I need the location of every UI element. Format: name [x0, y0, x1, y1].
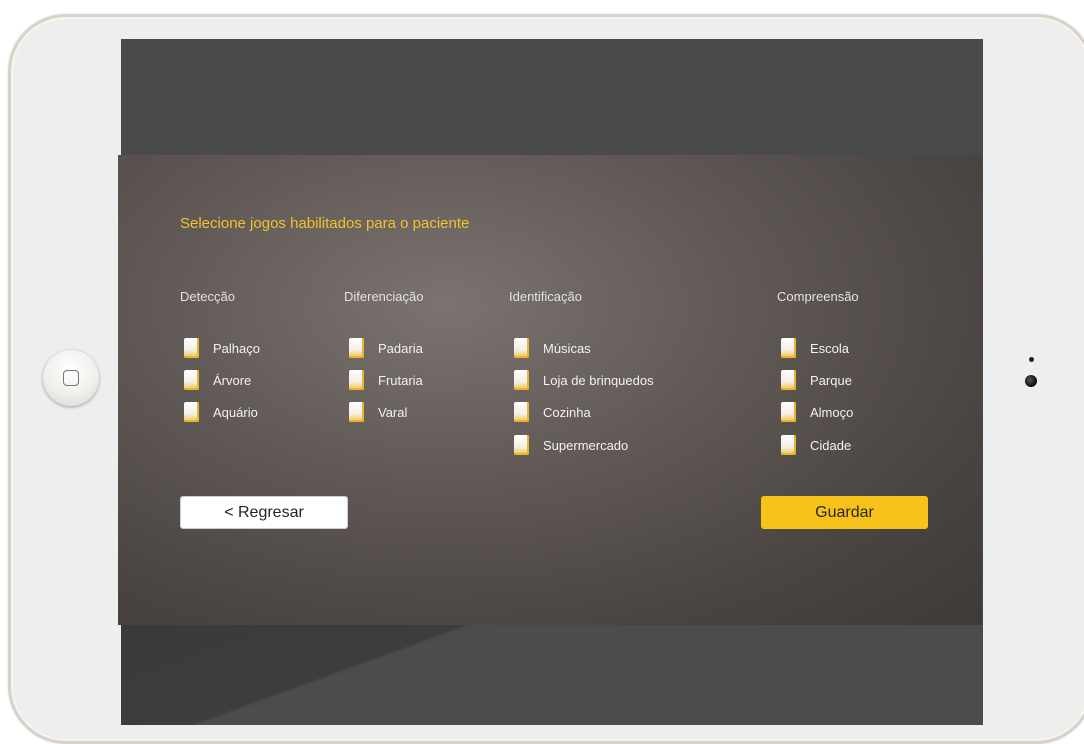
screen-bottom-background — [121, 625, 983, 725]
checkbox-cidade[interactable] — [781, 435, 796, 455]
category-compreensao-label: Compreensão — [777, 289, 859, 304]
option-padaria[interactable]: Padaria — [349, 337, 423, 359]
category-deteccao-label: Detecção — [180, 289, 235, 304]
category-identificacao-label: Identificação — [509, 289, 582, 304]
option-varal[interactable]: Varal — [349, 401, 407, 423]
option-frutaria[interactable]: Frutaria — [349, 369, 423, 391]
camera-icon — [1025, 375, 1037, 387]
sensor-icon — [1029, 357, 1034, 362]
checkbox-cozinha[interactable] — [514, 402, 529, 422]
option-label: Cidade — [810, 437, 852, 453]
checkbox-musicas[interactable] — [514, 338, 529, 358]
option-label: Varal — [378, 404, 408, 420]
checkbox-padaria[interactable] — [349, 338, 364, 358]
games-selection-panel: Selecione jogos habilitados para o pacie… — [118, 155, 982, 625]
home-button[interactable] — [43, 350, 99, 406]
panel-title: Selecione jogos habilitados para o pacie… — [180, 215, 470, 232]
option-cozinha[interactable]: Cozinha — [514, 401, 591, 423]
checkbox-loja-de-brinquedos[interactable] — [514, 370, 529, 390]
option-label: Frutaria — [378, 372, 423, 388]
option-cidade[interactable]: Cidade — [781, 434, 851, 456]
checkbox-aquario[interactable] — [184, 402, 199, 422]
option-aquario[interactable]: Aquário — [184, 401, 258, 423]
checkbox-frutaria[interactable] — [349, 370, 364, 390]
checkbox-supermercado[interactable] — [514, 435, 529, 455]
option-label: Aquário — [213, 404, 258, 420]
checkbox-varal[interactable] — [349, 402, 364, 422]
option-palhaco[interactable]: Palhaço — [184, 337, 260, 359]
option-label: Músicas — [543, 340, 591, 356]
checkbox-escola[interactable] — [781, 338, 796, 358]
back-button[interactable]: < Regresar — [180, 496, 348, 529]
option-label: Padaria — [378, 340, 423, 356]
checkbox-parque[interactable] — [781, 370, 796, 390]
option-label: Almoço — [810, 404, 854, 420]
option-label: Árvore — [213, 372, 252, 388]
option-loja-de-brinquedos[interactable]: Loja de brinquedos — [514, 369, 654, 391]
home-square-icon — [63, 370, 79, 386]
option-label: Cozinha — [543, 404, 591, 420]
option-escola[interactable]: Escola — [781, 337, 849, 359]
option-label: Parque — [810, 372, 852, 388]
checkbox-almoco[interactable] — [781, 402, 796, 422]
option-arvore[interactable]: Árvore — [184, 369, 251, 391]
option-label: Escola — [810, 340, 850, 356]
option-musicas[interactable]: Músicas — [514, 337, 591, 359]
checkbox-palhaco[interactable] — [184, 338, 199, 358]
option-supermercado[interactable]: Supermercado — [514, 434, 628, 456]
option-label: Loja de brinquedos — [543, 372, 654, 388]
checkbox-arvore[interactable] — [184, 370, 199, 390]
option-parque[interactable]: Parque — [781, 369, 852, 391]
save-button[interactable]: Guardar — [761, 496, 928, 529]
option-almoco[interactable]: Almoço — [781, 401, 853, 423]
option-label: Supermercado — [543, 437, 629, 453]
option-label: Palhaço — [213, 340, 260, 356]
category-diferenciacao-label: Diferenciação — [344, 289, 424, 304]
